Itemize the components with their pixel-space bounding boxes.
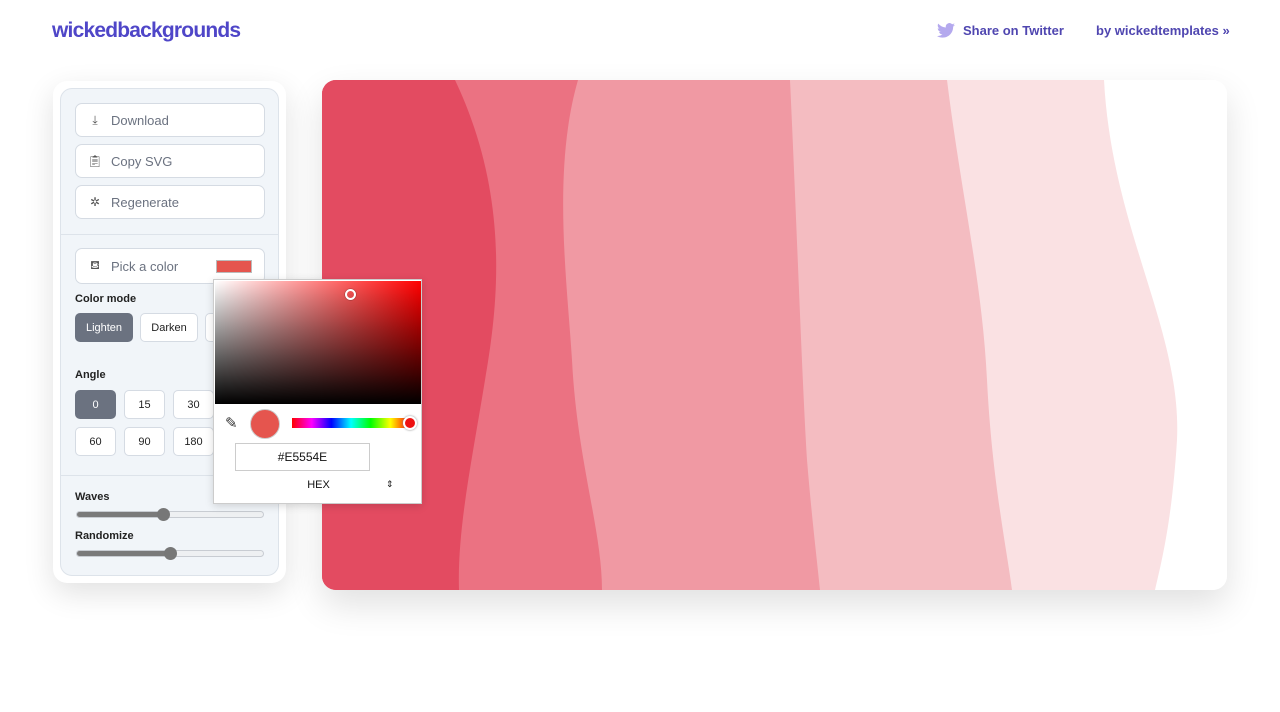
divider xyxy=(61,234,278,235)
copy-svg-button[interactable]: 📋︎ Copy SVG xyxy=(75,144,265,178)
color-mode-lighten[interactable]: Lighten xyxy=(75,313,133,342)
clipboard-icon: 📋︎ xyxy=(87,154,103,168)
angle-180[interactable]: 180 xyxy=(173,427,214,456)
hue-handle[interactable] xyxy=(403,416,417,430)
regenerate-label: Regenerate xyxy=(111,194,179,210)
angle-60[interactable]: 60 xyxy=(75,427,116,456)
angle-label: Angle xyxy=(75,369,106,381)
randomize-slider[interactable] xyxy=(76,547,264,560)
cursor-click-icon: ✲ xyxy=(89,195,101,209)
hue-slider[interactable] xyxy=(292,416,417,430)
share-twitter-link[interactable]: Share on Twitter xyxy=(937,23,1064,38)
color-mode-label: Color mode xyxy=(75,293,137,305)
waves-slider-handle[interactable] xyxy=(156,508,170,521)
randomize-slider-handle[interactable] xyxy=(164,547,177,560)
angle-90[interactable]: 90 xyxy=(124,427,165,456)
updown-chevron-icon: ⇕ xyxy=(386,479,394,489)
color-mode-darken[interactable]: Darken xyxy=(140,313,198,342)
color-swatch xyxy=(216,260,252,273)
angle-15[interactable]: 15 xyxy=(124,390,165,419)
copy-svg-label: Copy SVG xyxy=(111,153,173,169)
sv-handle[interactable] xyxy=(345,289,356,300)
waves-slider[interactable] xyxy=(76,508,264,521)
waves-label: Waves xyxy=(75,491,110,503)
regenerate-button[interactable]: ✲ Regenerate xyxy=(75,185,265,219)
color-preview xyxy=(250,409,280,439)
twitter-icon xyxy=(937,23,955,38)
format-label: HEX xyxy=(307,479,330,491)
download-icon: ⤓ xyxy=(92,112,98,127)
share-label: Share on Twitter xyxy=(963,23,1064,38)
pick-color-label: Pick a color xyxy=(111,258,179,274)
saturation-value-area[interactable] xyxy=(215,281,421,404)
angle-30[interactable]: 30 xyxy=(173,390,214,419)
randomize-label: Randomize xyxy=(75,530,134,542)
download-button[interactable]: ⤓ Download xyxy=(75,103,265,137)
eyedropper-icon[interactable]: ✎ xyxy=(225,414,238,432)
angle-0[interactable]: 0 xyxy=(75,390,116,419)
download-label: Download xyxy=(111,112,169,128)
color-picker-popover: ✎ #E5554E HEX ⇕ xyxy=(213,279,422,504)
color-format-select[interactable]: HEX ⇕ xyxy=(214,479,423,491)
logo[interactable]: wickedbackgrounds xyxy=(52,19,241,43)
wickedtemplates-link[interactable]: by wickedtemplates » xyxy=(1096,23,1230,38)
paint-bucket-icon: ⛾ xyxy=(90,258,100,272)
hex-input[interactable]: #E5554E xyxy=(235,443,370,471)
wave-background-preview xyxy=(322,80,1227,590)
